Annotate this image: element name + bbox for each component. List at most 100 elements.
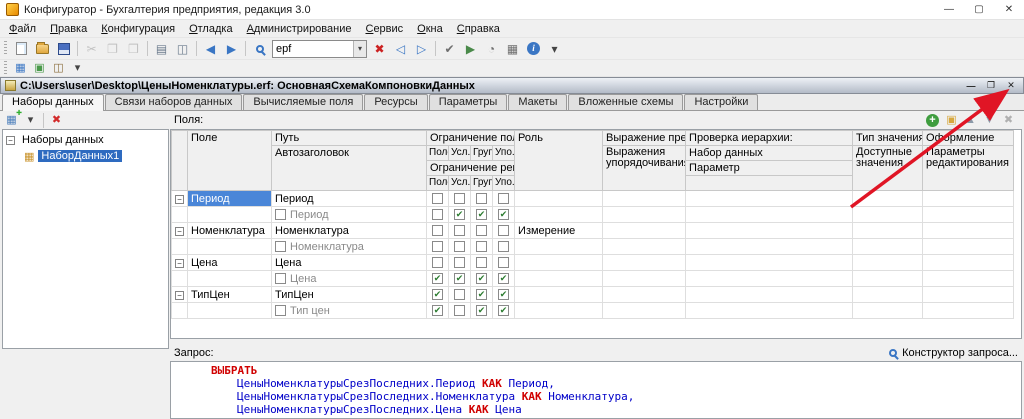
empty-cell[interactable]: [923, 191, 1014, 207]
empty-cell[interactable]: [603, 239, 686, 255]
checkbox[interactable]: ✔: [476, 289, 487, 300]
functions-panel-icon[interactable]: ◫: [50, 60, 67, 76]
checkbox[interactable]: ✔: [432, 305, 443, 316]
cut-icon[interactable]: ✂: [82, 39, 101, 58]
field-restriction-cell[interactable]: [427, 255, 449, 271]
tab-6[interactable]: Макеты: [508, 94, 567, 110]
attr-restriction-cell[interactable]: ✔: [449, 207, 471, 223]
empty-cell[interactable]: [603, 303, 686, 319]
empty-cell[interactable]: [515, 239, 603, 255]
field-restriction-cell[interactable]: [493, 223, 515, 239]
empty-cell[interactable]: [853, 191, 923, 207]
document-restore-button[interactable]: ❐: [983, 79, 999, 93]
tab-2[interactable]: Связи наборов данных: [105, 94, 243, 110]
col-field-restriction[interactable]: Ограничение поля: [427, 131, 515, 146]
tree-item-dataset[interactable]: ▦НаборДанных1: [4, 148, 167, 164]
checkbox[interactable]: [275, 305, 286, 316]
checkbox[interactable]: [476, 241, 487, 252]
col-value-type[interactable]: Тип значения: [853, 131, 923, 146]
grid-attribute-row[interactable]: Тип цен✔✔✔: [172, 303, 1014, 319]
empty-cell[interactable]: [923, 287, 1014, 303]
empty-cell[interactable]: [853, 303, 923, 319]
field-restriction-cell[interactable]: [471, 223, 493, 239]
checkbox[interactable]: ✔: [498, 289, 509, 300]
col-hierarchy-dataset[interactable]: Набор данных: [686, 146, 853, 161]
checkbox[interactable]: [498, 193, 509, 204]
col-sub-field[interactable]: Поле: [427, 176, 449, 191]
copy-icon[interactable]: ❐: [103, 39, 122, 58]
field-cell[interactable]: Период: [188, 191, 272, 207]
field-cell[interactable]: Номенклатура: [188, 223, 272, 239]
field-restriction-cell[interactable]: [449, 223, 471, 239]
new-document-icon[interactable]: [12, 39, 31, 58]
close-button[interactable]: ✕: [994, 0, 1024, 20]
attr-restriction-cell[interactable]: ✔: [493, 207, 515, 223]
col-field[interactable]: Поле: [188, 131, 272, 191]
checkbox[interactable]: [476, 225, 487, 236]
empty-cell[interactable]: [603, 287, 686, 303]
find-previous-icon[interactable]: ◁: [391, 39, 410, 58]
info-icon[interactable]: i: [524, 39, 543, 58]
empty-cell[interactable]: [686, 255, 853, 271]
field-cell[interactable]: ТипЦен: [188, 287, 272, 303]
checkbox[interactable]: [432, 241, 443, 252]
col-hierarchy-check[interactable]: Проверка иерархии:: [686, 131, 853, 146]
field-restriction-cell[interactable]: ✔: [471, 287, 493, 303]
checkbox[interactable]: [275, 273, 286, 284]
add-dataset-dropdown-icon[interactable]: ▾: [22, 112, 39, 128]
attr-restriction-cell[interactable]: [427, 239, 449, 255]
grid-row[interactable]: −ЦенаЦена: [172, 255, 1014, 271]
checkbox[interactable]: [454, 257, 465, 268]
templates-icon[interactable]: ▦: [503, 39, 522, 58]
empty-cell[interactable]: [515, 271, 603, 287]
attr-restriction-cell[interactable]: [449, 303, 471, 319]
col-sub-condition[interactable]: Усл...: [449, 176, 471, 191]
checkbox[interactable]: ✔: [454, 273, 465, 284]
empty-cell[interactable]: [853, 287, 923, 303]
attr-restriction-cell[interactable]: ✔: [471, 271, 493, 287]
role-cell[interactable]: Измерение: [515, 223, 603, 239]
empty-cell[interactable]: [603, 271, 686, 287]
grid-attribute-row[interactable]: Цена✔✔✔✔: [172, 271, 1014, 287]
row-expander[interactable]: −: [172, 223, 188, 239]
empty-cell[interactable]: [686, 223, 853, 239]
col-available-values[interactable]: Доступные значения: [853, 146, 923, 191]
row-expander[interactable]: −: [172, 255, 188, 271]
attr-restriction-cell[interactable]: [427, 207, 449, 223]
attribute-cell[interactable]: Номенклатура: [272, 239, 427, 255]
open-file-icon[interactable]: [33, 39, 52, 58]
empty-cell[interactable]: [603, 207, 686, 223]
add-dataset-icon[interactable]: ▦✚: [3, 112, 20, 128]
paste-icon[interactable]: ❒: [124, 39, 143, 58]
checkbox[interactable]: ✔: [498, 273, 509, 284]
attribute-cell[interactable]: Тип цен: [272, 303, 427, 319]
collapse-icon[interactable]: −: [6, 136, 15, 145]
menu-item[interactable]: Правка: [43, 23, 94, 35]
empty-cell[interactable]: [853, 207, 923, 223]
attribute-cell[interactable]: Цена: [272, 271, 427, 287]
tab-4[interactable]: Ресурсы: [364, 94, 427, 110]
checkbox[interactable]: [454, 193, 465, 204]
empty-cell[interactable]: [853, 223, 923, 239]
col-sub-condition[interactable]: Усл...: [449, 146, 471, 161]
checkbox[interactable]: [476, 257, 487, 268]
field-restriction-cell[interactable]: [471, 255, 493, 271]
empty-cell[interactable]: [923, 255, 1014, 271]
checkbox[interactable]: [454, 305, 465, 316]
document-close-button[interactable]: ✕: [1003, 79, 1019, 93]
tab-8[interactable]: Настройки: [684, 94, 758, 110]
print-preview-icon[interactable]: ◫: [173, 39, 192, 58]
delete-field-icon[interactable]: ✖: [1000, 112, 1017, 128]
attr-restriction-cell[interactable]: ✔: [427, 303, 449, 319]
checkbox[interactable]: [432, 225, 443, 236]
checkbox[interactable]: ✔: [454, 209, 465, 220]
tab-5[interactable]: Параметры: [429, 94, 508, 110]
empty-cell[interactable]: [923, 303, 1014, 319]
field-restriction-cell[interactable]: ✔: [493, 287, 515, 303]
empty-cell[interactable]: [923, 271, 1014, 287]
checkbox[interactable]: ✔: [476, 273, 487, 284]
empty-cell[interactable]: [853, 239, 923, 255]
attr-restriction-cell[interactable]: ✔: [471, 207, 493, 223]
checkbox[interactable]: ✔: [476, 209, 487, 220]
row-expander[interactable]: −: [172, 287, 188, 303]
